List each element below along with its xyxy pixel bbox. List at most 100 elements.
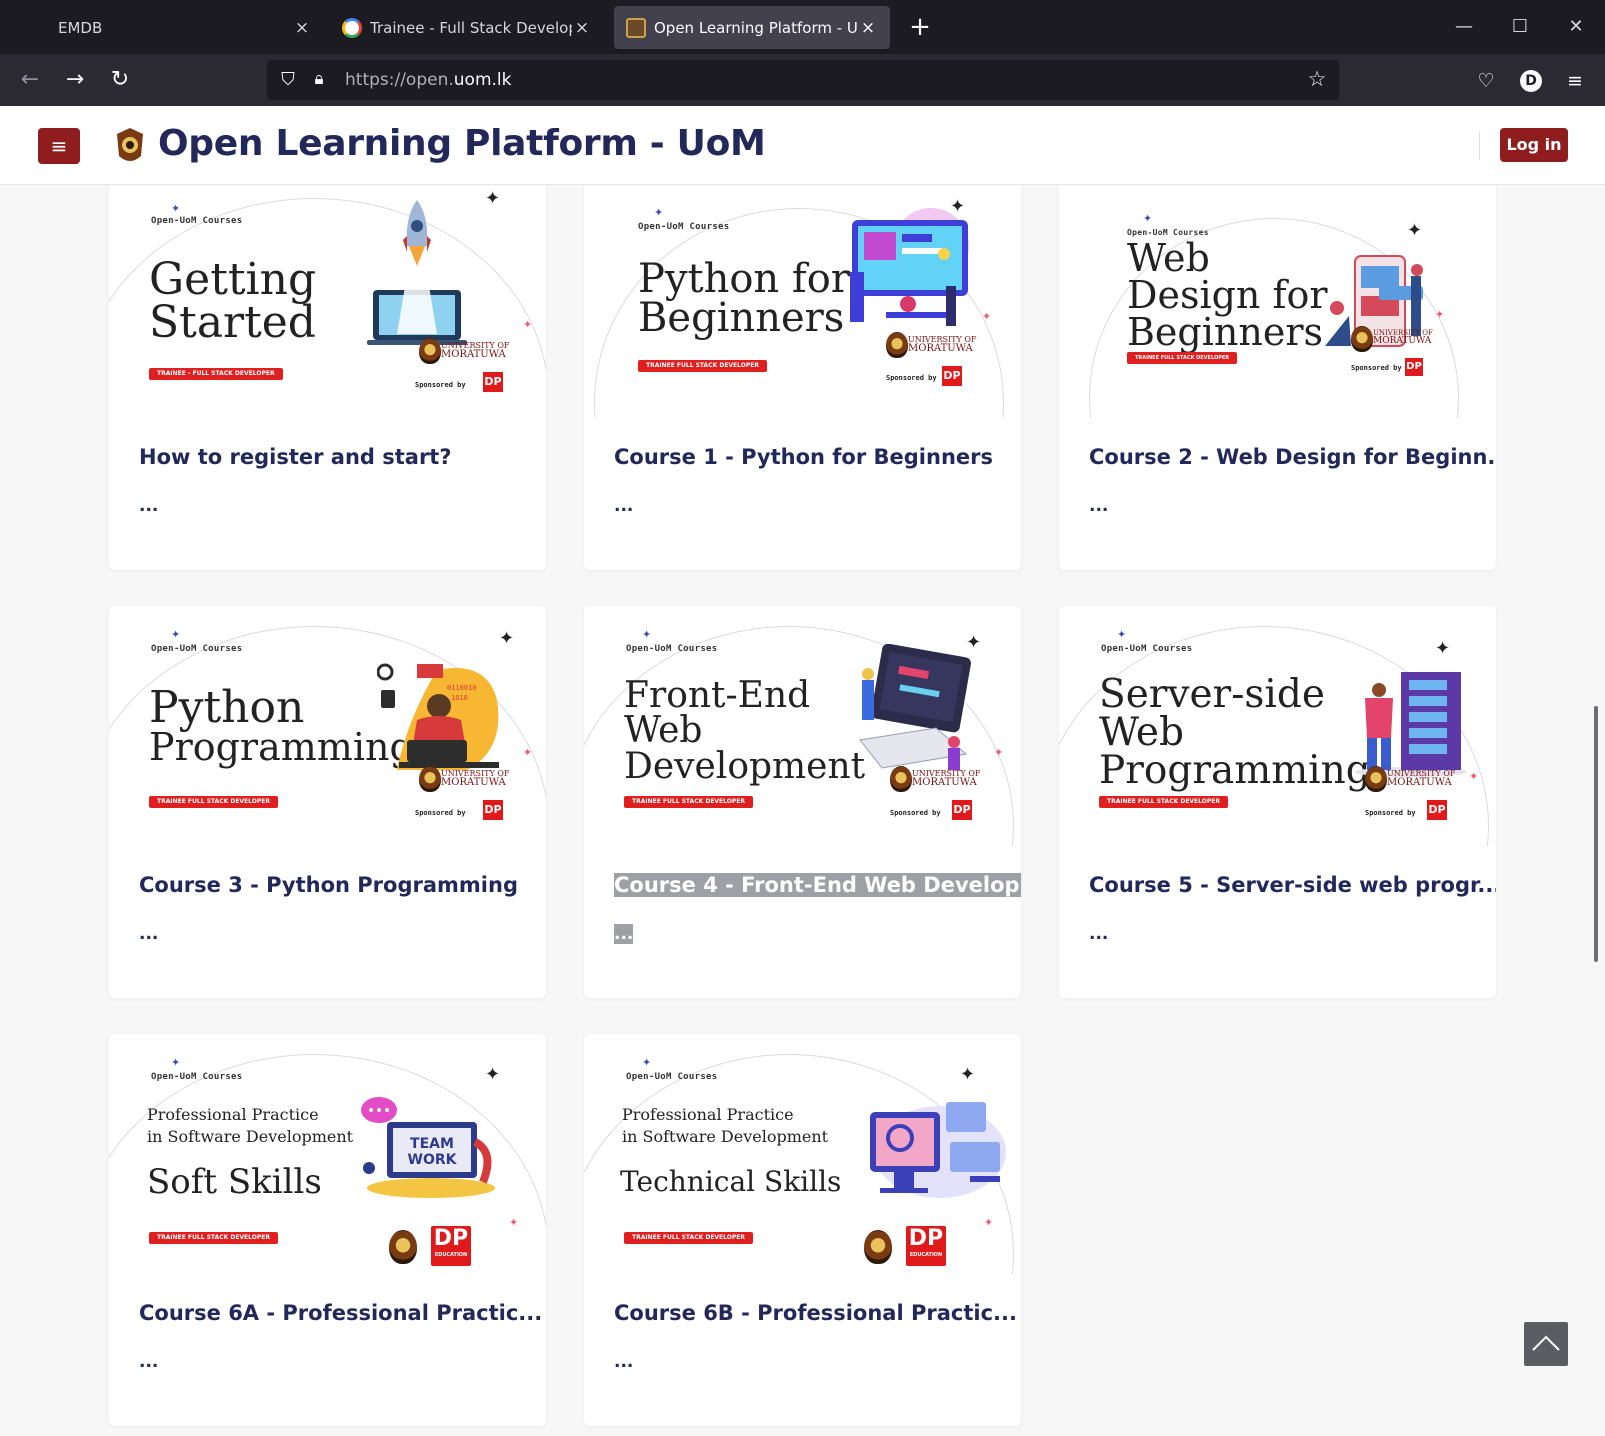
browser-tab-open-learning[interactable]: Open Learning Platform - UoM × <box>614 6 890 49</box>
lock-icon[interactable]: 🔒︎ <box>309 69 329 91</box>
back-to-top-button[interactable] <box>1524 1322 1568 1366</box>
new-tab-button[interactable]: + <box>906 12 934 42</box>
sparkle-icon: ✦ <box>654 206 664 219</box>
sparkle-icon: ✦ <box>1407 220 1423 241</box>
browser-tab-trainee[interactable]: Trainee - Full Stack Developer P × <box>330 6 604 49</box>
sparkle-icon: ✦ <box>1469 770 1479 783</box>
tab-close-icon[interactable]: × <box>572 18 592 38</box>
page-scrollbar[interactable] <box>1594 706 1598 962</box>
sparkle-icon: ✦ <box>171 628 181 641</box>
course-card-python-programming[interactable]: ✦ Open-UoM Courses ✦ Python Programming 0… <box>109 606 546 998</box>
course-card-server-side[interactable]: ✦ Open-UoM Courses ✦ Server-side Web Progr… <box>1059 606 1496 998</box>
back-arrow-icon[interactable]: ← <box>14 64 46 96</box>
minimize-window-icon[interactable]: — <box>1444 12 1484 42</box>
google-favicon-icon <box>342 17 362 38</box>
dp-logo: DP EDUCATION <box>906 1226 946 1266</box>
course-thumbnail[interactable]: ✦ Open-UoM Courses ✦ Web Design for Beginn… <box>1059 186 1496 418</box>
sparkle-icon: ✦ <box>960 1064 976 1085</box>
course-title[interactable]: Course 6A - Professional Practic... <box>139 1301 542 1325</box>
rocket-laptop-illustration <box>367 200 467 345</box>
sparkle-icon: ✦ <box>642 628 652 641</box>
uni-label: UNIVERSITY OF MORATUWA <box>441 341 510 361</box>
forward-arrow-icon[interactable]: → <box>59 64 91 96</box>
uom-crest-logo <box>117 128 143 161</box>
course-thumbnail[interactable]: ✦ Open-UoM Courses ✦ Professional Practi… <box>109 1034 546 1274</box>
brand-tag: Open-UoM Courses <box>151 644 243 654</box>
tab-close-icon[interactable]: × <box>858 18 878 38</box>
dp-logo: DP <box>483 372 503 392</box>
tab-title: Trainee - Full Stack Developer P <box>370 18 572 37</box>
menu-toggle-button[interactable]: ≡ <box>38 128 80 164</box>
browser-tab-emdb[interactable]: EMDB × <box>46 6 324 49</box>
browser-tab-bar: EMDB × Trainee - Full Stack Developer P … <box>0 0 1605 54</box>
uom-crest-icon <box>1351 326 1373 352</box>
dp-logo: DP EDUCATION <box>431 1226 471 1266</box>
trainee-pill: TRAINEE FULL STACK DEVELOPER <box>624 1232 753 1244</box>
sparkle-icon: ✦ <box>485 188 501 209</box>
maximize-window-icon[interactable]: ☐ <box>1500 12 1540 42</box>
course-card-web-design[interactable]: ✦ Open-UoM Courses ✦ Web Design for Beginn… <box>1059 186 1496 570</box>
course-title[interactable]: Course 1 - Python for Beginners <box>614 445 993 469</box>
trainee-pill: TRAINEE FULL STACK DEVELOPER <box>149 1232 278 1244</box>
course-thumbnail[interactable]: ✦ Open-UoM Courses ✦ Professional Practi… <box>584 1034 1021 1274</box>
course-card-python-beginners[interactable]: ✦ Open-UoM Courses ✦ Python for Beginners… <box>584 186 1021 570</box>
sparkle-icon: ✦ <box>1435 638 1451 659</box>
course-title[interactable]: Course 4 - Front-End Web Develop... <box>614 873 1021 897</box>
course-title[interactable]: How to register and start? <box>139 445 452 469</box>
tab-title: Open Learning Platform - UoM <box>654 18 858 37</box>
course-card-technical-skills[interactable]: ✦ Open-UoM Courses ✦ Professional Practi… <box>584 1034 1021 1426</box>
course-title[interactable]: Course 3 - Python Programming <box>139 873 518 897</box>
brand-tag: Open-UoM Courses <box>1101 644 1193 654</box>
address-bar[interactable]: ⛉ 🔒︎ https://open.uom.lk ☆ <box>267 60 1339 100</box>
account-avatar[interactable]: D <box>1520 70 1542 92</box>
thumb-title: Getting Started <box>149 254 317 349</box>
uom-crest-icon <box>389 1230 417 1264</box>
course-grid: ✦ Open-UoM Courses ✦ Getting Started TRAI… <box>0 186 1605 1436</box>
sparkle-icon: ✦ <box>982 310 992 323</box>
trainee-pill: TRAINEE FULL STACK DEVELOPER <box>624 796 753 808</box>
dp-logo: DP <box>942 366 962 386</box>
reload-icon[interactable]: ↻ <box>104 64 136 96</box>
tab-close-icon[interactable]: × <box>292 18 312 38</box>
course-thumbnail[interactable]: ✦ Open-UoM Courses ✦ Front-End Web Develop… <box>584 606 1021 846</box>
uni-label: UNIVERSITY OF MORATUWA <box>1387 769 1456 789</box>
sponsored-label: Sponsored by <box>890 809 941 817</box>
course-thumbnail[interactable]: ✦ Open-UoM Courses ✦ Getting Started TRAI… <box>109 186 546 418</box>
course-thumbnail[interactable]: ✦ Open-UoM Courses ✦ Python for Beginners… <box>584 186 1021 418</box>
login-button[interactable]: Log in <box>1500 128 1568 162</box>
course-thumbnail[interactable]: ✦ Open-UoM Courses ✦ Python Programming 0… <box>109 606 546 846</box>
trainee-pill: TRAINEE FULL STACK DEVELOPER <box>149 796 278 808</box>
course-title[interactable]: Course 2 - Web Design for Beginn... <box>1089 445 1496 469</box>
sparkle-icon: ✦ <box>523 746 533 759</box>
uom-crest-icon <box>886 332 908 358</box>
course-title[interactable]: Course 6B - Professional Practic... <box>614 1301 1017 1325</box>
course-thumbnail[interactable]: ✦ Open-UoM Courses ✦ Server-side Web Progr… <box>1059 606 1496 846</box>
course-card-frontend[interactable]: ✦ Open-UoM Courses ✦ Front-End Web Develop… <box>584 606 1021 998</box>
brand-tag: Open-UoM Courses <box>638 222 730 232</box>
teamwork-text: WORK <box>408 1152 458 1168</box>
course-card-soft-skills[interactable]: ✦ Open-UoM Courses ✦ Professional Practi… <box>109 1034 546 1426</box>
brand-tag: Open-UoM Courses <box>626 1072 718 1082</box>
app-menu-icon[interactable]: ≡ <box>1562 68 1588 94</box>
course-summary: ... <box>614 924 634 944</box>
course-summary: ... <box>614 1352 634 1372</box>
tab-title: EMDB <box>58 18 103 37</box>
brand-tag: Open-UoM Courses <box>626 644 718 654</box>
sparkle-icon: ✦ <box>499 628 515 649</box>
tracking-shield-icon[interactable]: ⛉ <box>277 69 299 91</box>
pocket-icon[interactable]: ♡ <box>1473 68 1499 94</box>
thumb-title: Python Programming <box>149 682 414 770</box>
uni-label: UNIVERSITY OF MORATUWA <box>441 769 510 789</box>
sparkle-icon: ✦ <box>509 1216 519 1229</box>
programmer-illustration: 0110010 1010 <box>377 663 499 770</box>
thumb-subtitle: Professional Practice in Software Develop… <box>147 1105 354 1146</box>
sponsored-label: Sponsored by <box>1351 364 1402 372</box>
site-title[interactable]: Open Learning Platform - UoM <box>158 123 766 164</box>
url-text[interactable]: https://open.uom.lk <box>345 70 511 90</box>
course-title[interactable]: Course 5 - Server-side web progr... <box>1089 873 1496 897</box>
tech-skills-illustration <box>870 1102 1006 1198</box>
trainee-pill: TRAINEE FULL STACK DEVELOPER <box>638 360 767 372</box>
course-card-getting-started[interactable]: ✦ Open-UoM Courses ✦ Getting Started TRAI… <box>109 186 546 570</box>
close-window-icon[interactable]: ✕ <box>1556 12 1596 42</box>
bookmark-star-icon[interactable]: ☆ <box>1305 67 1329 91</box>
